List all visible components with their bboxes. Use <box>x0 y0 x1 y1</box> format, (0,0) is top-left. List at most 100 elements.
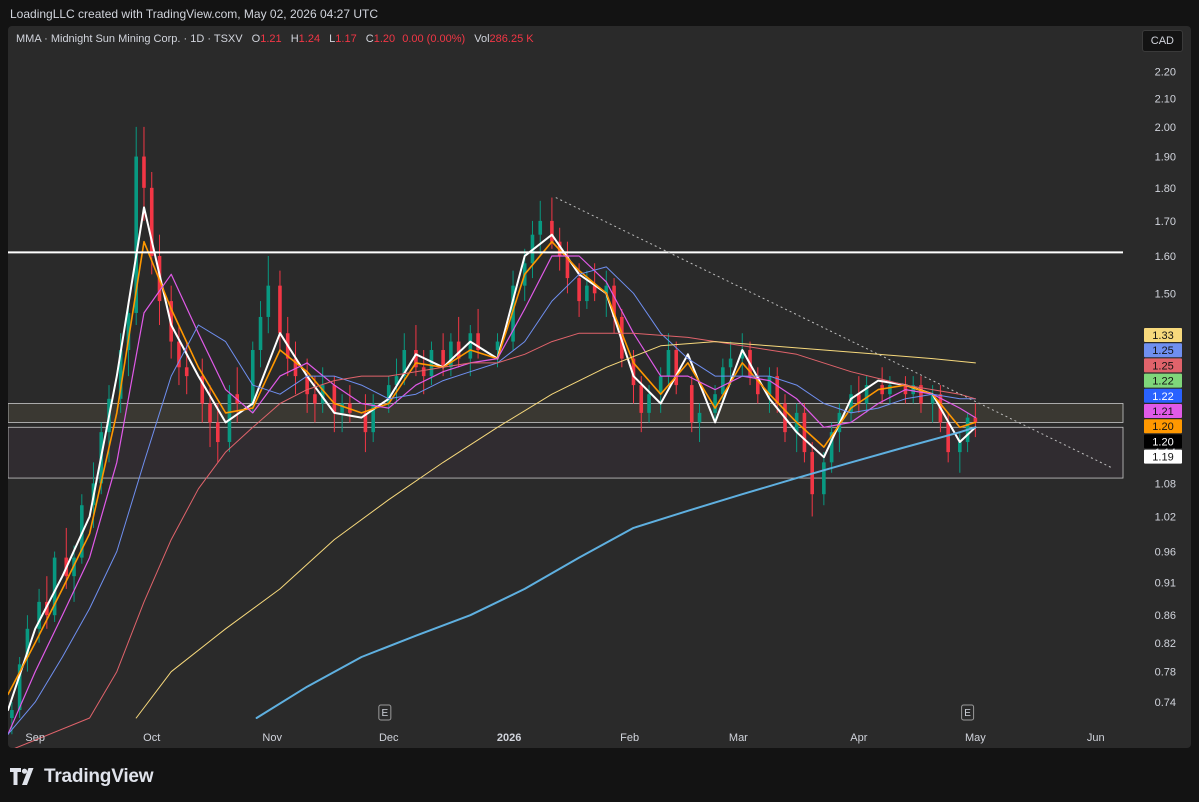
candle-body <box>802 412 807 453</box>
candle-body <box>441 350 445 368</box>
candle-body <box>946 422 950 453</box>
earnings-marker-label: E <box>382 708 389 719</box>
ma-value-label: 1.25 <box>1152 345 1173 357</box>
y-tick-label: 0.78 <box>1155 667 1176 679</box>
x-tick-label: Mar <box>729 732 748 744</box>
candle-body <box>728 358 733 368</box>
x-tick-label: Oct <box>143 732 160 744</box>
price-chart[interactable]: 2.202.102.001.901.801.701.601.501.141.08… <box>8 26 1191 748</box>
y-tick-label: 0.82 <box>1155 638 1176 650</box>
y-tick-label: 1.08 <box>1155 478 1176 490</box>
credit-text: LoadingLLC created with TradingView.com,… <box>10 7 378 21</box>
candle-body <box>577 278 581 302</box>
x-tick-label: Nov <box>262 732 282 744</box>
candle-body <box>658 376 663 395</box>
close-value: 1.20 <box>373 33 396 45</box>
candle-body <box>258 316 263 351</box>
x-tick-label: 2026 <box>497 732 521 744</box>
symbol-name: MMA · Midnight Sun Mining Corp. · 1D · T… <box>16 33 243 45</box>
candle-body <box>721 367 725 395</box>
zones-layer <box>8 403 1124 479</box>
open-label: O <box>251 33 261 45</box>
y-tick-label: 2.20 <box>1155 67 1176 79</box>
ma-value-label: 1.22 <box>1152 391 1173 403</box>
y-tick-label: 2.10 <box>1155 94 1176 106</box>
candle-body <box>468 333 473 359</box>
y-tick-label: 1.50 <box>1155 288 1176 300</box>
candle-body <box>332 385 337 413</box>
tradingview-logo[interactable]: TradingView <box>10 766 154 788</box>
candle-body <box>697 412 702 423</box>
currency-button[interactable]: CAD <box>1141 30 1183 52</box>
candle-body <box>713 394 717 413</box>
high-value: 1.24 <box>298 33 321 45</box>
candle-body <box>250 350 255 404</box>
ma-value-label: 1.20 <box>1152 436 1173 448</box>
candle-body <box>266 285 271 317</box>
change-value: 0.00 (0.00%) <box>402 33 466 45</box>
open-value: 1.21 <box>260 33 282 45</box>
y-tick-label: 0.74 <box>1155 697 1176 709</box>
footer: TradingView <box>10 764 154 790</box>
x-tick-label: Feb <box>620 732 639 744</box>
candle-body <box>775 376 780 404</box>
x-tick-label: May <box>965 732 986 744</box>
y-tick-label: 1.60 <box>1155 251 1176 263</box>
candle-body <box>495 341 500 351</box>
candle-body <box>421 367 426 377</box>
candle-body <box>689 385 694 423</box>
candle-body <box>10 710 14 718</box>
x-tick-label: Dec <box>379 732 399 744</box>
volume-value: 286.25 K <box>489 33 534 45</box>
y-tick-label: 1.80 <box>1155 183 1176 195</box>
candle-body <box>340 403 344 413</box>
x-tick-label: Jun <box>1087 732 1105 744</box>
y-tick-label: 1.70 <box>1155 216 1176 228</box>
low-value: 1.17 <box>335 33 357 45</box>
ma-value-label: 1.33 <box>1152 330 1173 342</box>
candle-body <box>313 394 317 404</box>
candle-body <box>639 385 644 413</box>
ma-labels-layer: 1.33 1.25 1.25 1.22 1.22 1.21 1.20 1.20 1.19 <box>1144 328 1182 464</box>
symbol-legend: MMA · Midnight Sun Mining Corp. · 1D · T… <box>16 33 534 45</box>
candle-body <box>184 367 189 377</box>
y-tick-label: 1.02 <box>1155 511 1176 523</box>
candle-body <box>142 156 146 188</box>
y-tick-label: 1.90 <box>1155 152 1176 164</box>
close-label: C <box>365 33 374 45</box>
candle-body <box>888 385 892 395</box>
candle-body <box>666 350 671 377</box>
y-tick-label: 2.00 <box>1155 122 1176 134</box>
earnings-marker: E <box>961 704 975 721</box>
ma-value-label: 1.20 <box>1152 421 1173 433</box>
candle-body <box>215 422 220 443</box>
tradingview-brand: TradingView <box>44 766 154 787</box>
volume-label: Vol <box>474 33 490 45</box>
ma-value-label: 1.25 <box>1152 360 1173 372</box>
tradingview-logo-icon <box>10 768 34 785</box>
moving-average-line-3 <box>8 255 977 735</box>
top-bar: LoadingLLC created with TradingView.com,… <box>0 0 1199 26</box>
earnings-marker-label: E <box>964 708 971 719</box>
candle-body <box>647 394 651 413</box>
chart-panel[interactable]: 2.202.102.001.901.801.701.601.501.141.08… <box>8 26 1191 748</box>
high-label: H <box>290 33 299 45</box>
y-tick-label: 0.91 <box>1155 577 1176 589</box>
x-tick-label: Sep <box>25 732 45 744</box>
ma-value-label: 1.21 <box>1152 406 1173 418</box>
candle-body <box>538 220 543 235</box>
ma-value-label: 1.22 <box>1152 376 1173 388</box>
candle-body <box>278 285 282 334</box>
ma-value-label: 1.19 <box>1152 452 1173 464</box>
candle-body <box>208 403 212 423</box>
candle-body <box>674 350 679 386</box>
moving-average-line-5 <box>14 332 976 748</box>
candle-body <box>550 220 554 242</box>
y-tick-label: 0.86 <box>1155 610 1176 622</box>
candle-body <box>822 462 826 495</box>
x-tick-label: Apr <box>850 732 867 744</box>
candle-body <box>958 442 962 453</box>
earnings-marker: E <box>378 704 392 721</box>
moving-average-line-4 <box>8 266 976 735</box>
y-tick-label: 0.96 <box>1155 547 1176 559</box>
